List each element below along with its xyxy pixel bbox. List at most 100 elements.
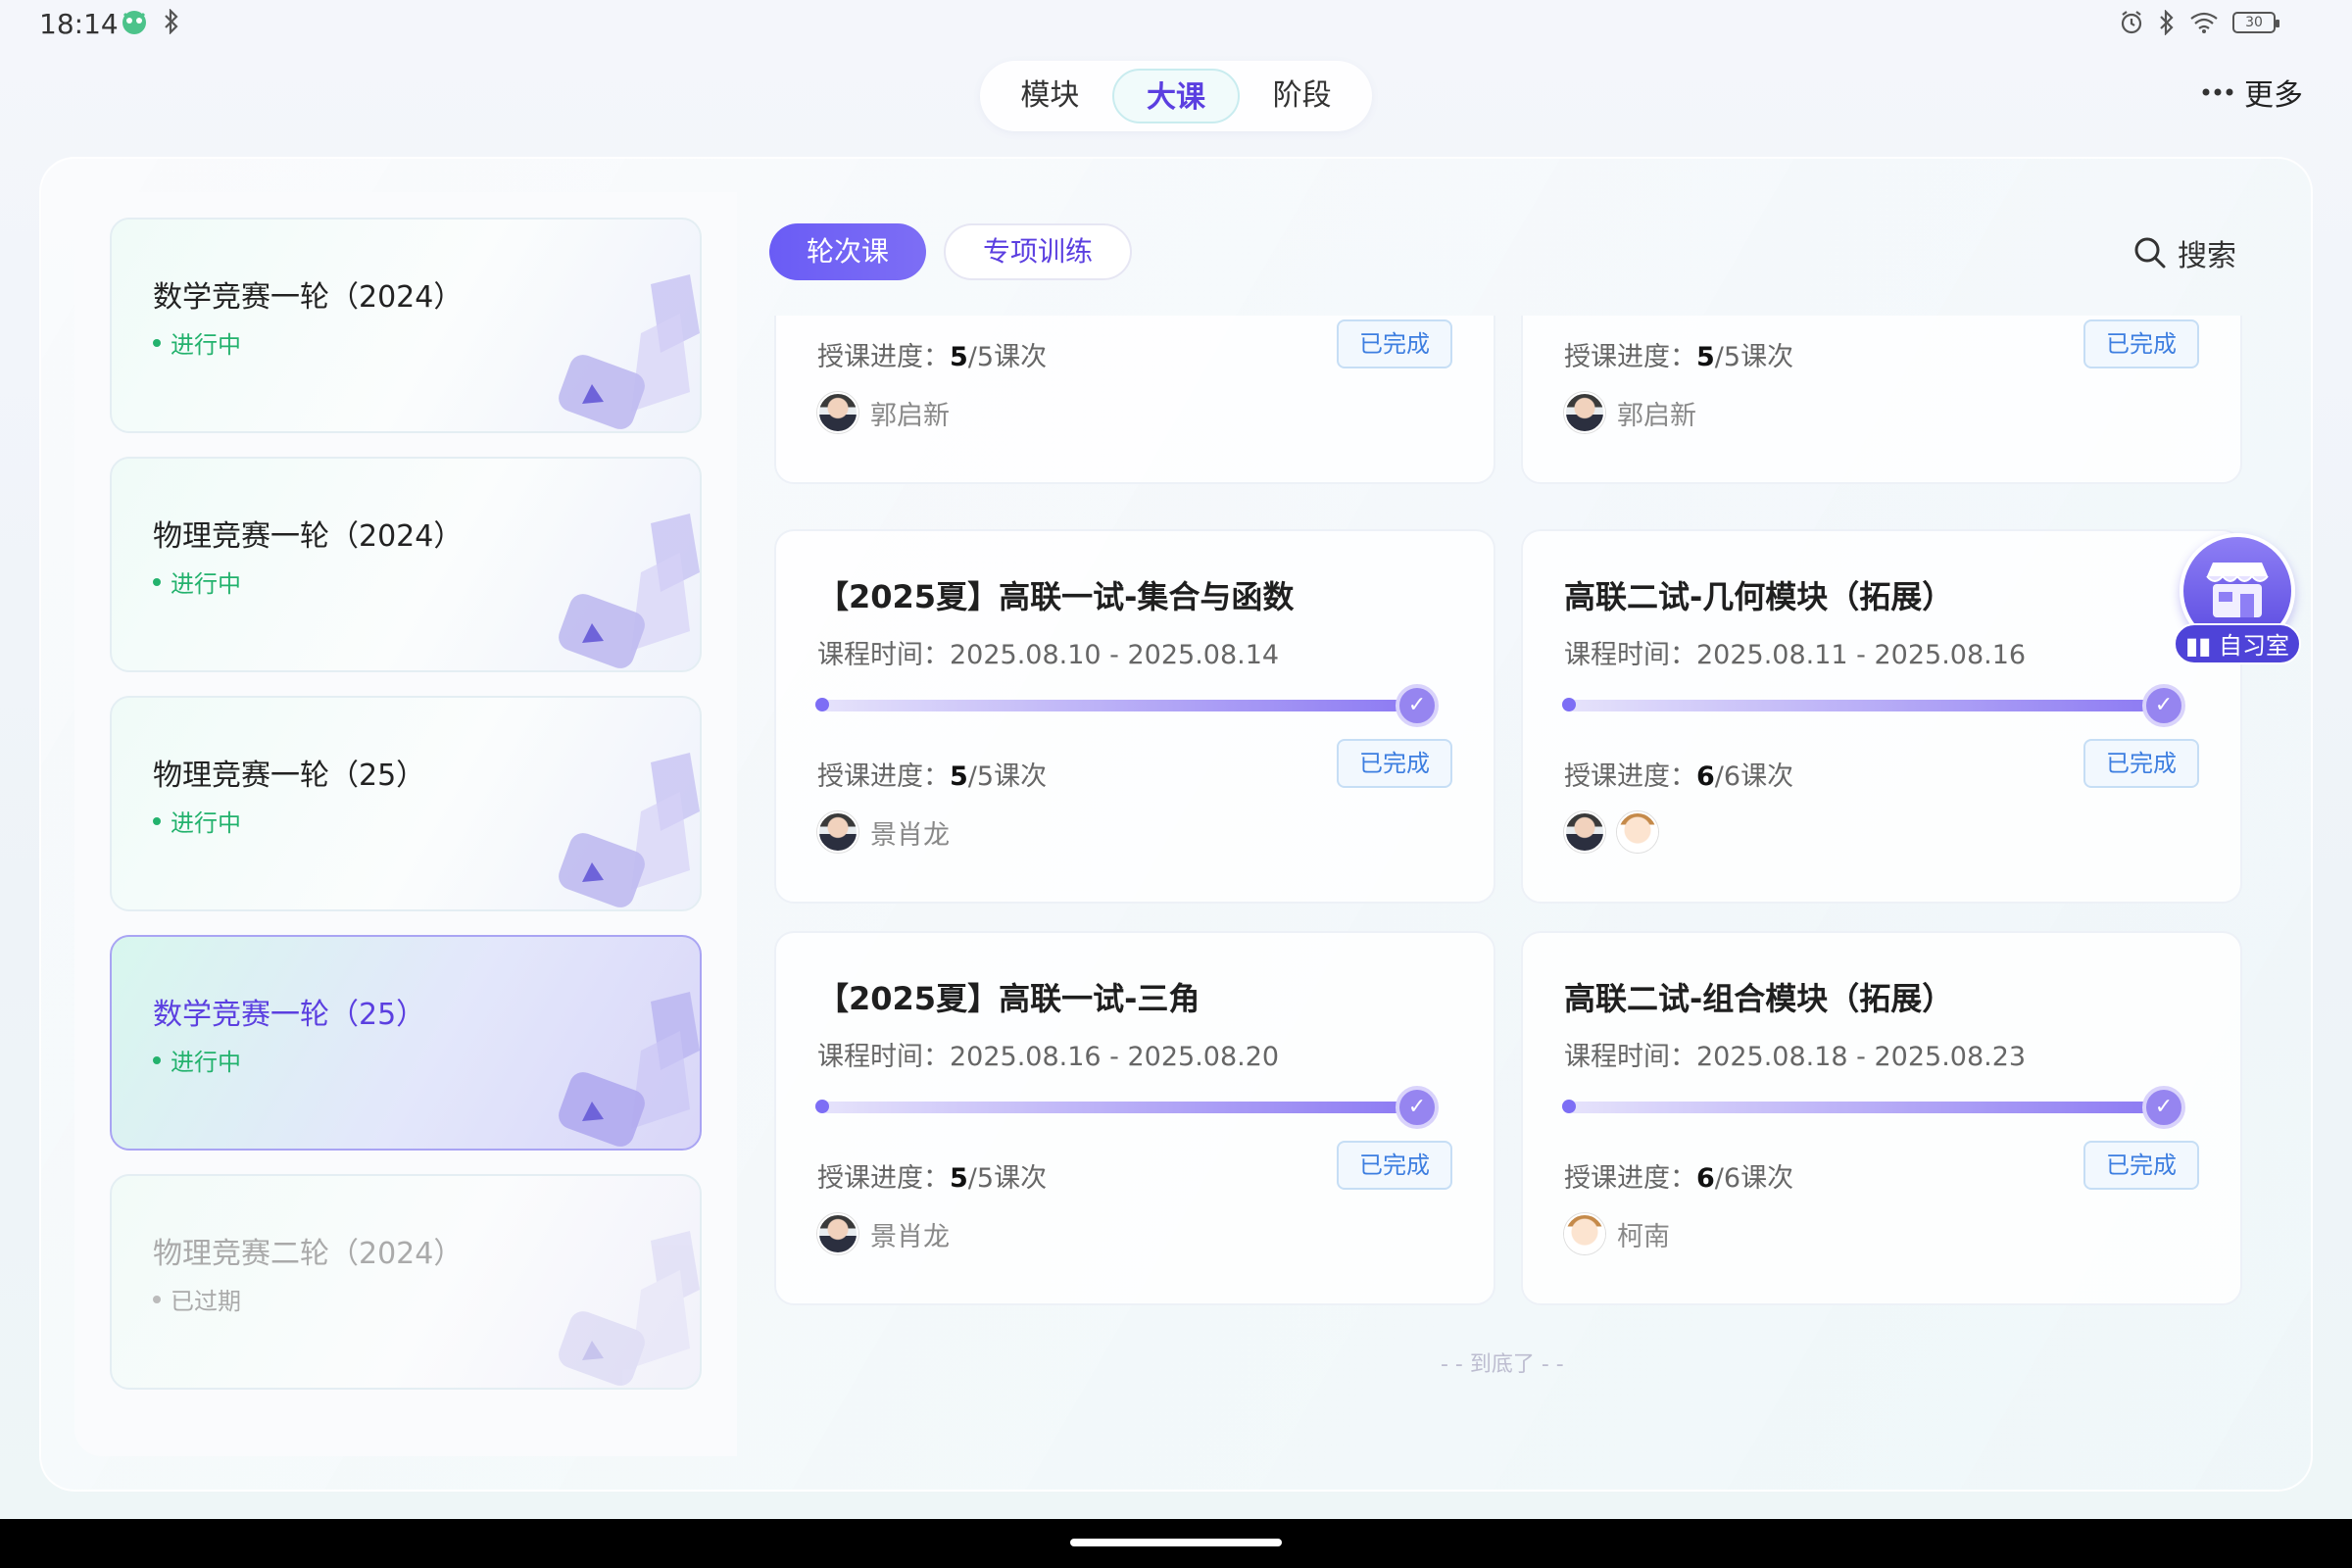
avatar [1564,811,1605,853]
course-title: 物理竞赛一轮（25） [153,759,426,793]
course-play-illustration-icon [559,753,700,907]
search-button[interactable]: 搜索 [2132,231,2236,274]
course-title: 物理竞赛一轮（2024） [153,519,464,554]
course-status-label: 进行中 [171,331,241,359]
tab-special-training[interactable]: 专项训练 [944,223,1133,280]
course-play-illustration-icon [559,1231,700,1386]
lesson-title: 高联二试-组合模块（拓展） [1564,980,1954,1017]
course-card[interactable]: 物理竞赛一轮（25） 进行中 [110,696,702,911]
lesson-title: 高联二试-几何模块（拓展） [1564,578,1954,615]
lesson-title: 【2025夏】高联一试-三角 [817,980,1200,1017]
avatar [1617,811,1658,853]
lesson-time: 课程时间：2025.08.16 - 2025.08.20 [817,1042,1280,1072]
avatar [817,1213,858,1254]
more-button[interactable]: 更多 [2201,71,2303,114]
teacher-list: 柯南 [1564,1213,1670,1254]
teacher-name: 郭启新 [1617,400,1696,431]
avatar [1564,392,1605,433]
tab-modules[interactable]: 模块 [988,69,1112,123]
course-card[interactable]: 物理竞赛一轮（2024） 进行中 [110,457,702,672]
completed-badge: 已完成 [1337,1141,1452,1190]
completed-badge: 已完成 [2083,319,2199,368]
lesson-card[interactable]: 高联二试-几何模块（拓展） 课程时间：2025.08.11 - 2025.08.… [1521,529,2242,904]
list-end-text: - - 到底了 - - [1441,1352,1564,1377]
home-indicator[interactable] [1070,1539,1282,1546]
completed-check-icon: ✓ [1396,1086,1439,1129]
search-label: 搜索 [2178,239,2236,273]
completed-badge: 已完成 [1337,739,1452,788]
study-room-label: ▮▮ 自习室 [2174,623,2301,664]
lesson-title: 【2025夏】高联一试-集合与函数 [817,578,1295,615]
course-play-illustration-icon [559,514,700,668]
app-mascot-icon [122,11,146,34]
lesson-card[interactable]: ✓ 授课进度：5/5课次 已完成 郭启新 [1521,316,2242,484]
course-status: 进行中 [153,804,241,838]
teacher-name: 柯南 [1617,1221,1670,1252]
study-room-text: 自习室 [2219,632,2290,660]
lesson-time: 课程时间：2025.08.18 - 2025.08.23 [1564,1042,2027,1072]
more-label: 更多 [2244,78,2303,113]
avatar [1564,1213,1605,1254]
lesson-progress: 授课进度：6/6课次 [1564,761,1794,792]
progress-start-dot [815,698,829,711]
course-status: 已过期 [153,1282,241,1316]
alarm-icon [2121,11,2142,34]
course-status-label: 已过期 [171,1288,241,1315]
completed-check-icon: ✓ [1396,684,1439,727]
completed-check-icon: ✓ [2142,1086,2185,1129]
course-card[interactable]: 数学竞赛一轮（2024） 进行中 [110,218,702,433]
study-room-button[interactable]: ▮▮ 自习室 [2174,533,2301,670]
status-bar: 18:14 30 [0,0,2352,51]
top-tab-bar: 模块 大课 阶段 [980,61,1372,131]
lesson-list[interactable]: ✓ 授课进度：5/5课次 已完成 郭启新 ✓ 授课进度：5/5课次 已完成 郭启… [737,316,2276,1452]
tab-stages[interactable]: 阶段 [1240,69,1364,123]
search-icon [2134,237,2166,269]
course-play-illustration-icon [559,274,700,429]
completed-check-icon: ✓ [2142,684,2185,727]
lesson-card[interactable]: 高联二试-组合模块（拓展） 课程时间：2025.08.18 - 2025.08.… [1521,931,2242,1305]
teacher-list [1564,811,1658,853]
lesson-progress: 授课进度：5/5课次 [817,342,1048,372]
lesson-card[interactable]: 【2025夏】高联一试-集合与函数 课程时间：2025.08.10 - 2025… [774,529,1495,904]
lesson-card[interactable]: 【2025夏】高联一试-三角 课程时间：2025.08.16 - 2025.08… [774,931,1495,1305]
bluetooth-icon [165,9,178,34]
completed-badge: 已完成 [2083,1141,2199,1190]
lesson-progress: 授课进度：6/6课次 [1564,1163,1794,1194]
progress-start-dot [815,1100,829,1113]
avatar [817,392,858,433]
course-status: 进行中 [153,564,241,599]
bluetooth-icon [2160,10,2174,35]
course-status: 进行中 [153,325,241,360]
teacher-name: 景肖龙 [870,1221,950,1252]
bar-chart-icon: ▮▮ [2184,632,2212,660]
tab-big-class[interactable]: 大课 [1111,69,1241,123]
lesson-progress: 授课进度：5/5课次 [817,761,1048,792]
teacher-list: 景肖龙 [817,811,950,853]
teacher-list: 郭启新 [1564,392,1696,433]
course-status-label: 进行中 [171,809,241,837]
progress-track [1568,700,2148,711]
completed-badge: 已完成 [2083,739,2199,788]
progress-start-dot [1562,698,1576,711]
tab-round-courses[interactable]: 轮次课 [769,223,927,280]
course-card[interactable]: 物理竞赛二轮（2024） 已过期 [110,1174,702,1390]
teacher-name: 景肖龙 [870,819,950,851]
teacher-list: 景肖龙 [817,1213,950,1254]
more-dots-icon [2202,88,2233,96]
completed-badge: 已完成 [1337,319,1452,368]
course-card-selected[interactable]: 数学竞赛一轮（25） 进行中 [110,935,702,1151]
sub-tab-bar: 轮次课 专项训练 [769,223,1133,280]
course-status-label: 进行中 [171,570,241,598]
lesson-card[interactable]: ✓ 授课进度：5/5课次 已完成 郭启新 [774,316,1495,484]
progress-track [1568,1102,2148,1113]
course-title: 数学竞赛一轮（2024） [153,280,464,315]
course-title: 数学竞赛一轮（25） [153,998,426,1032]
teacher-list: 郭启新 [817,392,950,433]
progress-track [821,1102,1401,1113]
course-title: 物理竞赛二轮（2024） [153,1237,464,1271]
course-play-illustration-icon [559,992,700,1147]
lesson-time: 课程时间：2025.08.10 - 2025.08.14 [817,640,1280,670]
wifi-icon [2190,12,2218,33]
progress-track [821,700,1401,711]
status-time: 18:14 [39,8,119,40]
